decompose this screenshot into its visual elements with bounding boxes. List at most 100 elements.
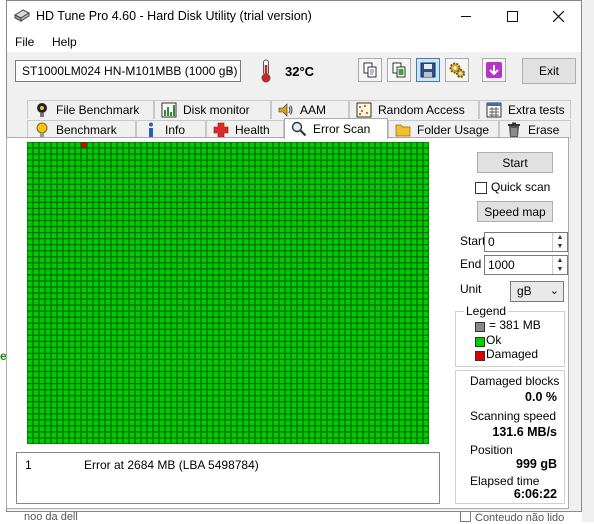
scan-block-ok — [39, 426, 45, 432]
scan-block-ok — [357, 378, 363, 383]
start-spinner[interactable]: ▲ ▼ — [552, 233, 567, 251]
scan-block-ok — [249, 269, 255, 275]
menu-help[interactable]: Help — [52, 35, 77, 49]
scan-block-ok — [63, 209, 69, 214]
scan-block-ok — [93, 360, 99, 365]
options-button[interactable] — [445, 58, 469, 82]
scan-block-ok — [231, 432, 237, 438]
scan-block-ok — [27, 209, 33, 214]
error-log[interactable]: 1 Error at 2684 MB (LBA 5498784) — [16, 452, 440, 504]
scan-block-ok — [381, 317, 387, 323]
tab-extra-tests[interactable]: Extra tests — [479, 100, 571, 119]
scan-block-ok — [117, 354, 123, 359]
scan-block-ok — [267, 414, 273, 420]
tab-file-benchmark[interactable]: File Benchmark — [27, 100, 154, 119]
scan-block-ok — [333, 160, 339, 166]
scan-block-ok — [225, 354, 231, 359]
scan-block-ok — [135, 166, 141, 172]
end-field[interactable]: 1000 ▲ ▼ — [484, 255, 568, 275]
unit-select[interactable]: gB ⌄ — [510, 281, 564, 302]
scan-block-ok — [237, 323, 243, 329]
scan-block-ok — [315, 215, 321, 220]
scan-block-ok — [267, 275, 273, 281]
scan-block-ok — [213, 154, 219, 160]
drive-select[interactable]: ST1000LM024 HN-M101MBB (1000 gB) ⌄ — [15, 60, 241, 82]
scan-block-ok — [117, 372, 123, 377]
scan-block-ok — [267, 281, 273, 287]
scan-block-ok — [237, 305, 243, 311]
scan-block-ok — [393, 293, 399, 299]
scan-block-ok — [267, 166, 273, 172]
tab-disk-monitor[interactable]: Disk monitor — [154, 100, 271, 119]
scan-block-ok — [393, 378, 399, 383]
save-button[interactable] — [416, 58, 440, 82]
scan-block-ok — [339, 287, 345, 293]
minimize-icon — [461, 16, 471, 17]
scan-block-ok — [345, 190, 351, 196]
scan-block-ok — [309, 287, 315, 293]
scan-block-ok — [33, 420, 39, 426]
scan-block-ok — [117, 360, 123, 365]
scan-block-ok — [129, 178, 135, 184]
scan-block-ok — [87, 372, 93, 377]
scan-block-ok — [93, 209, 99, 214]
scan-block-ok — [339, 221, 345, 226]
scan-block-ok — [57, 227, 63, 232]
scan-block-ok — [279, 190, 285, 196]
start-field[interactable]: 0 ▲ ▼ — [484, 232, 568, 252]
scan-block-ok — [363, 323, 369, 329]
scan-block-ok — [369, 372, 375, 377]
tab-random-access[interactable]: Random Access — [349, 100, 479, 119]
scan-block-ok — [201, 366, 207, 371]
speed-map-button[interactable]: Speed map — [477, 201, 553, 222]
scan-block-ok — [261, 215, 267, 220]
scan-block-ok — [123, 414, 129, 420]
scan-block-ok — [381, 233, 387, 239]
scan-block-ok — [177, 335, 183, 341]
tab-aam[interactable]: AAM — [271, 100, 349, 119]
scan-block-ok — [87, 420, 93, 426]
spin-down-icon: ▼ — [556, 266, 564, 273]
scan-block-ok — [141, 438, 147, 444]
scan-block-ok — [117, 347, 123, 353]
scan-block-ok — [387, 432, 393, 438]
scan-block-ok — [93, 329, 99, 335]
tab-error-scan[interactable]: Error Scan — [284, 118, 388, 139]
scan-block-ok — [51, 263, 57, 269]
scan-block-ok — [99, 239, 105, 245]
scan-block-ok — [315, 269, 321, 275]
copy-info-button[interactable] — [358, 58, 382, 82]
scan-block-ok — [297, 408, 303, 414]
maximize-button[interactable] — [489, 1, 535, 32]
scan-block-ok — [261, 209, 267, 214]
scan-block-ok — [153, 166, 159, 172]
end-spinner[interactable]: ▲ ▼ — [552, 256, 567, 274]
scan-block-ok — [39, 154, 45, 160]
exit-button[interactable]: Exit — [522, 58, 576, 84]
scan-block-ok — [141, 203, 147, 208]
scan-block-ok — [255, 408, 261, 414]
title-bar[interactable]: HD Tune Pro 4.60 - Hard Disk Utility (tr… — [7, 1, 581, 32]
scan-block-ok — [381, 360, 387, 365]
start-scan-button[interactable]: Start — [477, 152, 553, 173]
scan-block-ok — [321, 209, 327, 214]
quick-scan-checkbox[interactable] — [475, 182, 487, 194]
scan-block-ok — [267, 245, 273, 251]
menu-file[interactable]: File — [15, 35, 34, 49]
scan-block-ok — [123, 323, 129, 329]
minimize-button[interactable] — [443, 1, 489, 32]
scan-block-ok — [75, 184, 81, 190]
scan-block-ok — [363, 221, 369, 226]
scan-block-ok — [63, 426, 69, 432]
scan-block-ok — [123, 281, 129, 287]
disk-monitor-icon — [161, 102, 177, 118]
scan-block-ok — [285, 432, 291, 438]
scan-block-ok — [69, 148, 75, 154]
scan-block-ok — [27, 245, 33, 251]
scan-block-ok — [123, 396, 129, 402]
download-button[interactable] — [482, 58, 506, 82]
copy-all-button[interactable] — [387, 58, 411, 82]
close-button[interactable] — [535, 1, 581, 32]
scan-block-ok — [327, 221, 333, 226]
scan-block-ok — [261, 239, 267, 245]
